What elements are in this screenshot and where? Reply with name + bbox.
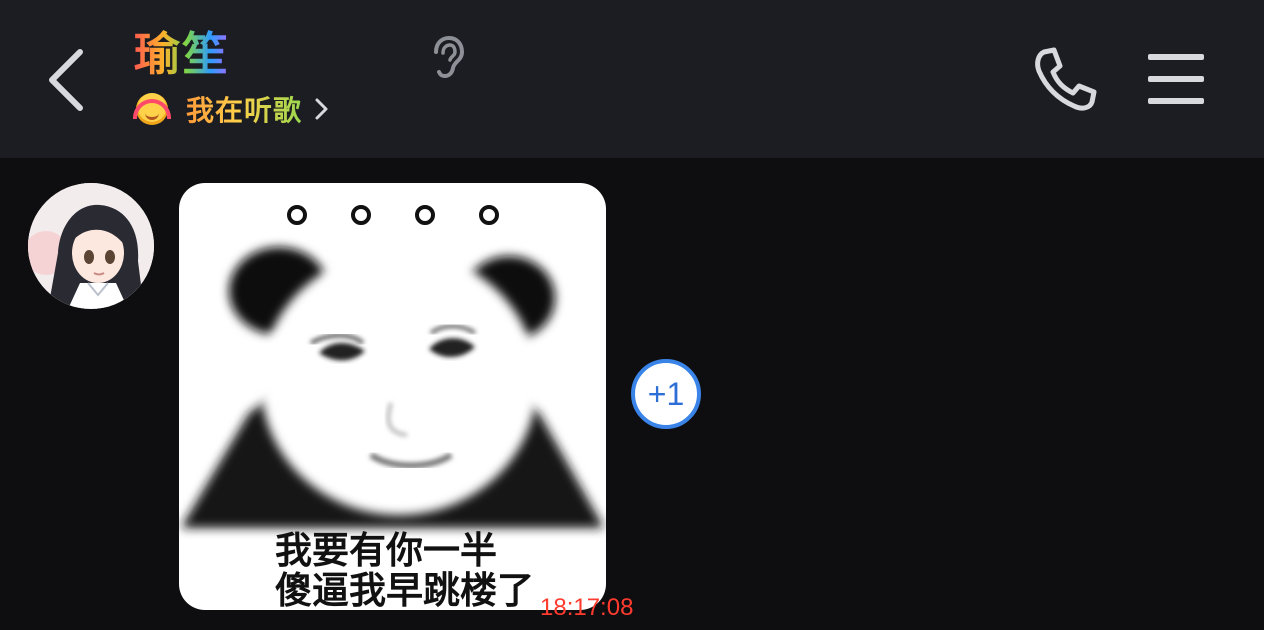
meme-caption: 我要有你一半 傻逼我早跳楼了 (275, 529, 534, 611)
plus-one-button[interactable]: +1 (631, 359, 701, 429)
message-timestamp: 18:17:08 (540, 594, 634, 621)
ear-icon[interactable] (426, 34, 468, 80)
image-message[interactable]: 我要有你一半 傻逼我早跳楼了 (179, 183, 606, 610)
chevron-right-icon (315, 98, 328, 120)
listening-status[interactable]: 我在听歌 (133, 89, 330, 129)
contact-name[interactable]: 瑜笙 (134, 24, 230, 84)
anime-girl-avatar-image (28, 183, 154, 309)
status-text: 我在听歌 (186, 89, 302, 129)
chat-header: 瑜笙 我在听歌 (0, 0, 1264, 158)
chevron-left-icon[interactable] (40, 44, 100, 116)
avatar[interactable] (28, 183, 154, 309)
hamburger-menu-icon[interactable] (1148, 54, 1204, 104)
headphones-emoji-icon (133, 93, 171, 125)
phone-icon[interactable] (1030, 44, 1102, 114)
